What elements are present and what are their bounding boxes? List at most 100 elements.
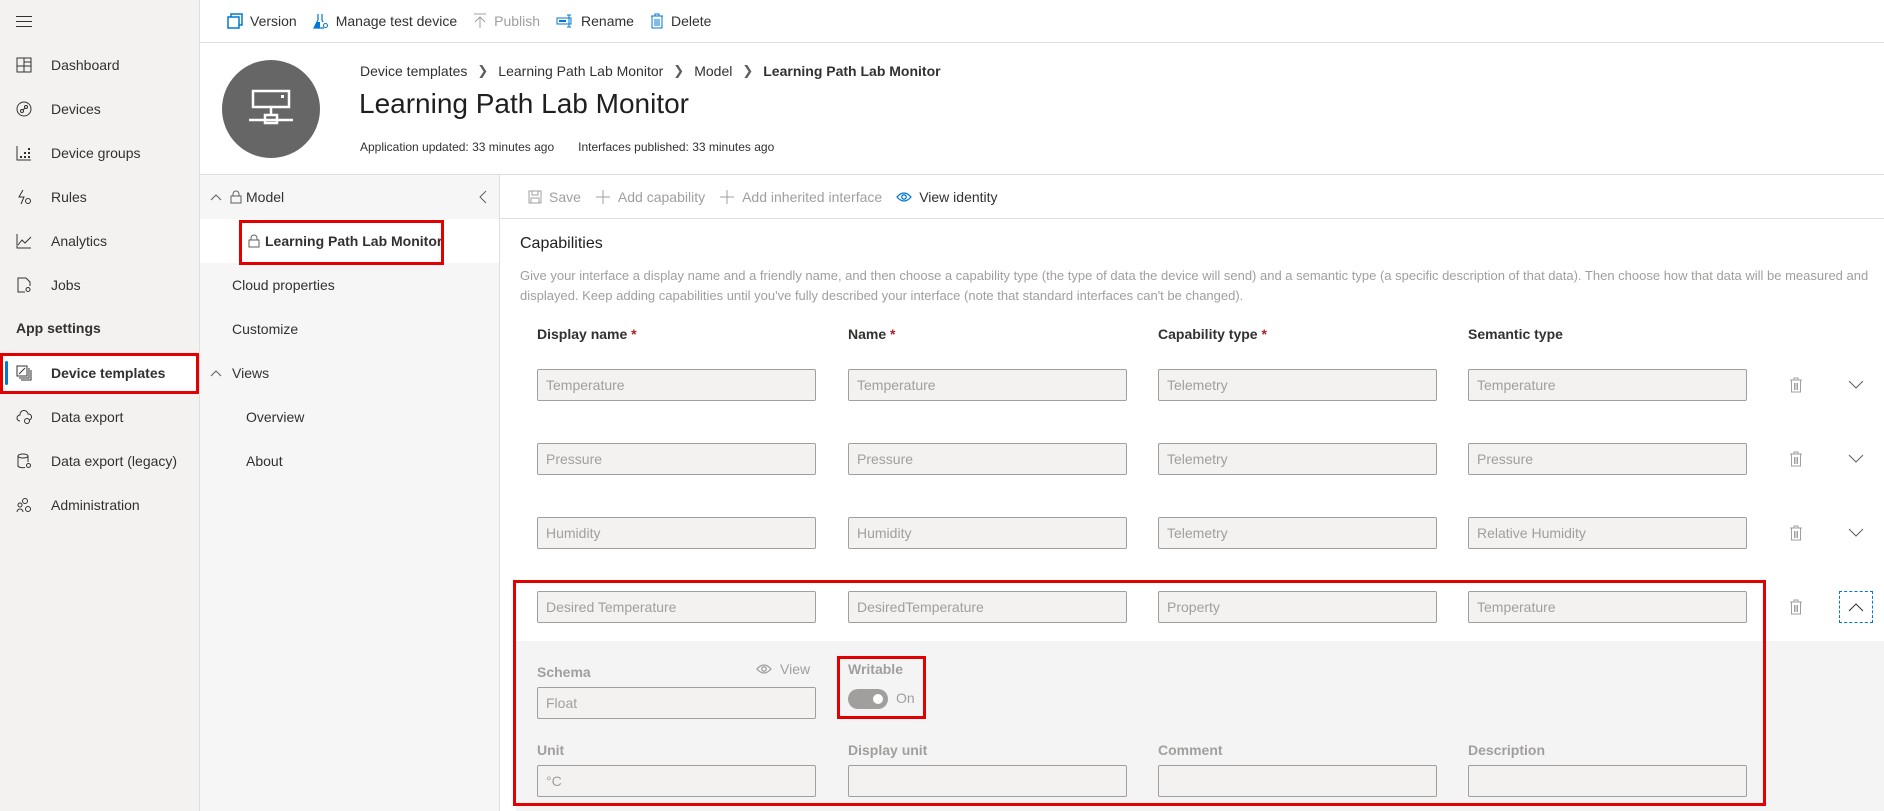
tree-item-customize[interactable]: Customize bbox=[200, 307, 499, 351]
eye-icon bbox=[756, 663, 772, 675]
comment-label: Comment bbox=[1158, 742, 1223, 758]
delete-capability-trash-icon[interactable] bbox=[1786, 591, 1806, 623]
breadcrumb-chevron-icon: ❯ bbox=[477, 63, 489, 78]
comment-field[interactable] bbox=[1158, 765, 1437, 797]
nav-item-analytics[interactable]: Analytics bbox=[0, 221, 199, 261]
version-button[interactable]: Version bbox=[227, 13, 297, 29]
eye-icon bbox=[896, 191, 913, 203]
unit-field[interactable]: °C bbox=[537, 765, 816, 797]
view-schema-button[interactable]: View bbox=[756, 661, 810, 677]
manage-test-device-label: Manage test device bbox=[335, 13, 458, 29]
nav-item-dashboard[interactable]: Dashboard bbox=[0, 45, 199, 85]
expand-capability-chevron-down-icon[interactable] bbox=[1844, 517, 1868, 549]
publish-label: Publish bbox=[494, 13, 541, 29]
publish-button[interactable]: Publish bbox=[473, 13, 540, 29]
capability-type-field[interactable]: Telemetry bbox=[1158, 517, 1437, 549]
name-field[interactable]: DesiredTemperature bbox=[848, 591, 1127, 623]
analytics-icon bbox=[15, 232, 33, 250]
view-label: View bbox=[780, 661, 811, 677]
display-name-field[interactable]: Pressure bbox=[537, 443, 816, 475]
name-field[interactable]: Temperature bbox=[848, 369, 1127, 401]
delete-capability-trash-icon[interactable] bbox=[1786, 369, 1806, 401]
jobs-icon bbox=[15, 276, 33, 294]
tree-label: Cloud properties bbox=[232, 277, 335, 293]
version-label: Version bbox=[250, 13, 297, 29]
semantic-type-field[interactable]: Pressure bbox=[1468, 443, 1747, 475]
nav-item-administration[interactable]: Administration bbox=[0, 485, 199, 525]
tree-label: Overview bbox=[246, 409, 305, 425]
app-updated-text: Application updated: 33 minutes ago bbox=[360, 140, 555, 154]
add-inherited-interface-button[interactable]: Add inherited interface bbox=[719, 189, 882, 205]
chevron-up-icon[interactable] bbox=[210, 369, 222, 377]
name-field[interactable]: Pressure bbox=[848, 443, 1127, 475]
expand-capability-chevron-down-icon[interactable] bbox=[1844, 443, 1868, 475]
view-identity-button[interactable]: View identity bbox=[896, 188, 998, 205]
display-name-field[interactable]: Desired Temperature bbox=[537, 591, 816, 623]
tree-item-interface[interactable]: Learning Path Lab Monitor bbox=[200, 219, 499, 263]
tree-item-views[interactable]: Views bbox=[200, 351, 499, 395]
rename-button[interactable]: Rename bbox=[556, 13, 634, 29]
data-export-legacy-icon bbox=[15, 452, 33, 470]
nav-label: Data export (legacy) bbox=[51, 453, 178, 469]
tree-item-cloud-properties[interactable]: Cloud properties bbox=[200, 263, 499, 307]
save-label: Save bbox=[549, 188, 581, 205]
writable-toggle[interactable] bbox=[848, 689, 888, 709]
description-field[interactable] bbox=[1468, 765, 1747, 797]
collapse-panel-icon[interactable] bbox=[479, 190, 487, 204]
tree-item-about[interactable]: About bbox=[200, 439, 499, 483]
display-name-field[interactable]: Humidity bbox=[537, 517, 816, 549]
breadcrumb-chevron-icon: ❯ bbox=[742, 63, 754, 78]
tree-item-model[interactable]: Model bbox=[200, 175, 499, 219]
nav-item-data-export[interactable]: Data export bbox=[0, 397, 199, 437]
semantic-type-field[interactable]: Temperature bbox=[1468, 591, 1747, 623]
nav-label: Devices bbox=[51, 101, 101, 117]
tree-label: About bbox=[246, 453, 283, 469]
device-templates-icon bbox=[15, 364, 33, 382]
hamburger-menu-icon[interactable] bbox=[16, 16, 32, 28]
save-button[interactable]: Save bbox=[528, 189, 581, 205]
capability-type-field[interactable]: Telemetry bbox=[1158, 443, 1437, 475]
nav-item-device-templates[interactable]: Device templates bbox=[0, 353, 199, 393]
schema-field[interactable]: Float bbox=[537, 687, 816, 719]
expand-capability-chevron-down-icon[interactable] bbox=[1844, 369, 1868, 401]
nav-item-device-groups[interactable]: Device groups bbox=[0, 133, 199, 173]
delete-capability-trash-icon[interactable] bbox=[1786, 443, 1806, 475]
top-toolbar: Version Manage test device Publish Renam… bbox=[200, 0, 1884, 43]
breadcrumb-chevron-icon: ❯ bbox=[673, 63, 685, 78]
device-template-avatar bbox=[222, 60, 320, 158]
devices-icon bbox=[15, 100, 33, 118]
plus-icon bbox=[719, 189, 735, 205]
display-name-field[interactable]: Temperature bbox=[537, 369, 816, 401]
semantic-type-field[interactable]: Temperature bbox=[1468, 369, 1747, 401]
view-identity-label: View identity bbox=[919, 188, 998, 205]
capability-type-field[interactable]: Telemetry bbox=[1158, 369, 1437, 401]
collapse-capability-chevron-up-icon[interactable] bbox=[1839, 591, 1873, 623]
nav-item-rules[interactable]: Rules bbox=[0, 177, 199, 217]
required-mark: * bbox=[631, 326, 637, 342]
delete-button[interactable]: Delete bbox=[650, 13, 711, 29]
column-label: Capability type bbox=[1158, 326, 1258, 342]
version-icon bbox=[227, 13, 243, 29]
chevron-up-icon[interactable] bbox=[210, 193, 222, 201]
column-header-display-name: Display name * bbox=[537, 326, 637, 342]
nav-item-devices[interactable]: Devices bbox=[0, 89, 199, 129]
add-capability-button[interactable]: Add capability bbox=[595, 189, 705, 205]
manage-test-device-button[interactable]: Manage test device bbox=[312, 13, 458, 29]
capability-type-field[interactable]: Property bbox=[1158, 591, 1437, 623]
semantic-type-field[interactable]: Relative Humidity bbox=[1468, 517, 1747, 549]
nav-item-data-export-legacy[interactable]: Data export (legacy) bbox=[0, 441, 199, 481]
add-capability-label: Add capability bbox=[617, 188, 706, 205]
device-groups-icon bbox=[15, 144, 33, 162]
page-title: Learning Path Lab Monitor bbox=[359, 88, 689, 119]
nav-item-jobs[interactable]: Jobs bbox=[0, 265, 199, 305]
network-device-icon bbox=[249, 89, 293, 125]
flask-icon bbox=[312, 13, 329, 29]
delete-capability-trash-icon[interactable] bbox=[1786, 517, 1806, 549]
tree-item-overview[interactable]: Overview bbox=[200, 395, 499, 439]
breadcrumb-template[interactable]: Learning Path Lab Monitor bbox=[498, 63, 663, 79]
breadcrumb-device-templates[interactable]: Device templates bbox=[360, 63, 467, 79]
breadcrumb-model[interactable]: Model bbox=[694, 63, 732, 79]
model-tree-panel: Model Learning Path Lab Monitor Cloud pr… bbox=[200, 175, 500, 811]
display-unit-field[interactable] bbox=[848, 765, 1127, 797]
name-field[interactable]: Humidity bbox=[848, 517, 1127, 549]
